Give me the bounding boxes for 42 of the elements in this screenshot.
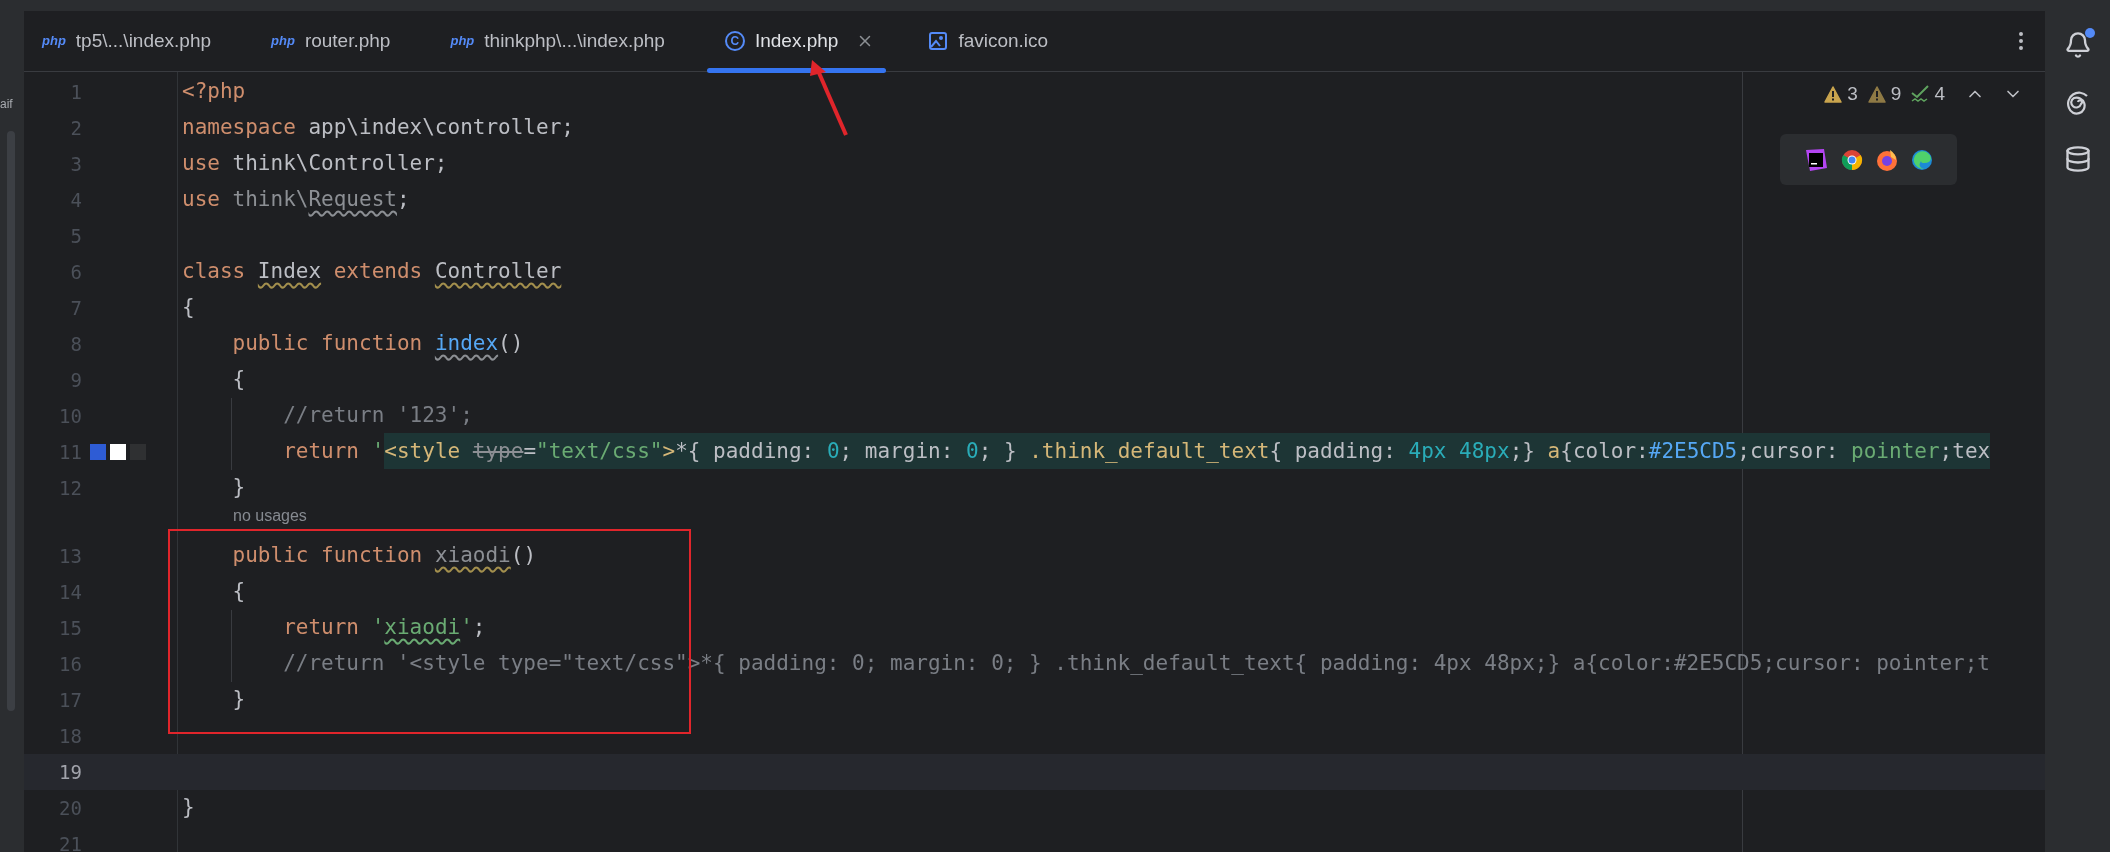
code-line: { bbox=[182, 294, 195, 322]
code-line: } bbox=[231, 474, 246, 502]
color-swatch[interactable] bbox=[90, 444, 106, 460]
color-swatch[interactable] bbox=[110, 444, 126, 460]
code-line: } bbox=[231, 686, 246, 714]
database-icon[interactable] bbox=[2063, 145, 2092, 173]
warning-icon bbox=[1867, 85, 1886, 103]
inline-hint: no usages bbox=[233, 506, 307, 525]
code-line: class Index extends Controller bbox=[182, 258, 562, 286]
editor-tab[interactable]: php tp5\...\index.php bbox=[24, 11, 230, 71]
image-file-icon bbox=[928, 31, 949, 51]
code-line: <?php bbox=[182, 78, 246, 106]
code-line: } bbox=[182, 794, 195, 822]
class-icon: C bbox=[724, 31, 745, 51]
editor-tab[interactable]: C Index.php bbox=[706, 11, 887, 71]
php-file-icon: php bbox=[42, 31, 66, 51]
code-line: use think\Request; bbox=[182, 186, 410, 214]
editor-tab[interactable]: favicon.ico bbox=[910, 11, 1067, 71]
code-line: use think\Controller; bbox=[182, 150, 448, 178]
code-line: //return '123'; bbox=[282, 402, 473, 430]
code-line: { bbox=[231, 578, 246, 606]
php-file-icon: php bbox=[271, 31, 295, 51]
chrome-icon[interactable] bbox=[1841, 148, 1863, 171]
firefox-icon[interactable] bbox=[1876, 148, 1898, 171]
code-line: return 'xiaodi'; bbox=[282, 614, 486, 642]
inspection-count[interactable]: 3 bbox=[1847, 80, 1858, 109]
code-line: namespace app\index\controller; bbox=[182, 114, 574, 142]
editor-tab[interactable]: php thinkphp\...\index.php bbox=[432, 11, 683, 71]
check-icon bbox=[1911, 85, 1930, 104]
inspection-count[interactable]: 4 bbox=[1934, 80, 1945, 109]
panel-label: aif bbox=[0, 96, 13, 113]
code-line: public function index() bbox=[231, 330, 524, 358]
inspection-count[interactable]: 9 bbox=[1890, 80, 1902, 109]
editor-tab[interactable]: php router.php bbox=[253, 11, 409, 71]
code-line: { bbox=[231, 366, 246, 394]
notifications-icon[interactable] bbox=[2063, 31, 2092, 59]
php-file-icon: php bbox=[450, 31, 475, 51]
warning-icon bbox=[1824, 85, 1843, 103]
ide-icon[interactable] bbox=[1804, 147, 1828, 172]
line-number: 19 bbox=[58, 759, 82, 785]
code-line: public function xiaodi() bbox=[231, 542, 537, 570]
edge-icon[interactable] bbox=[1911, 148, 1933, 171]
